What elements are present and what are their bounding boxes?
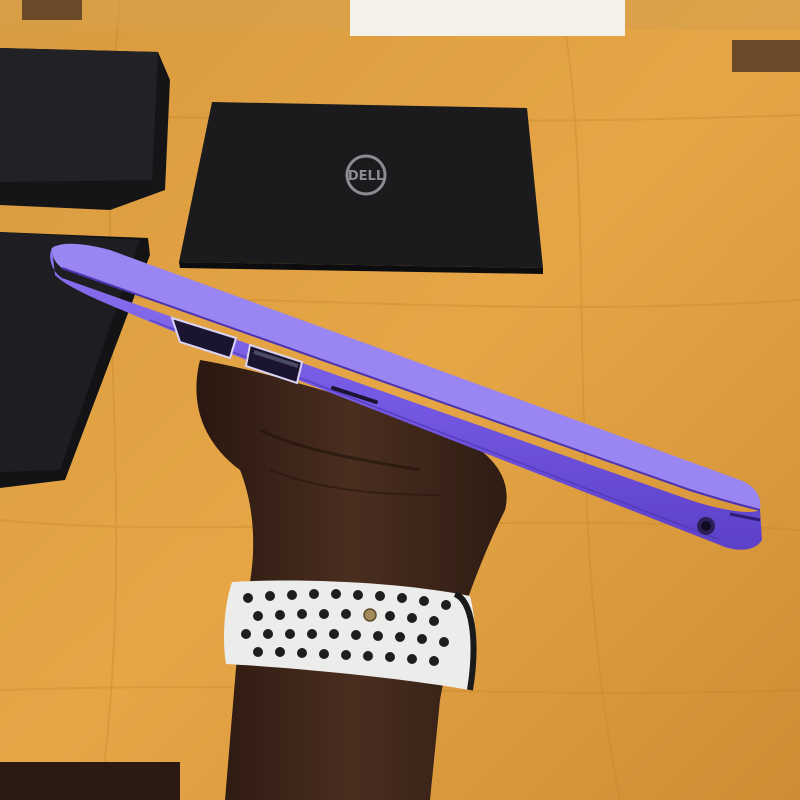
bracket-right [732,40,800,72]
photo-scene: DELL [0,0,800,800]
watch-band-pin [363,608,377,622]
black-laptop-top-left [0,48,170,210]
svg-text:DELL: DELL [348,169,384,184]
dell-laptop-center: DELL [179,102,543,274]
scene-svg: DELL [0,0,800,800]
dark-object-bottom [0,762,180,800]
white-paper [350,0,625,36]
audio-jack [697,517,715,535]
bracket-left [22,0,82,20]
